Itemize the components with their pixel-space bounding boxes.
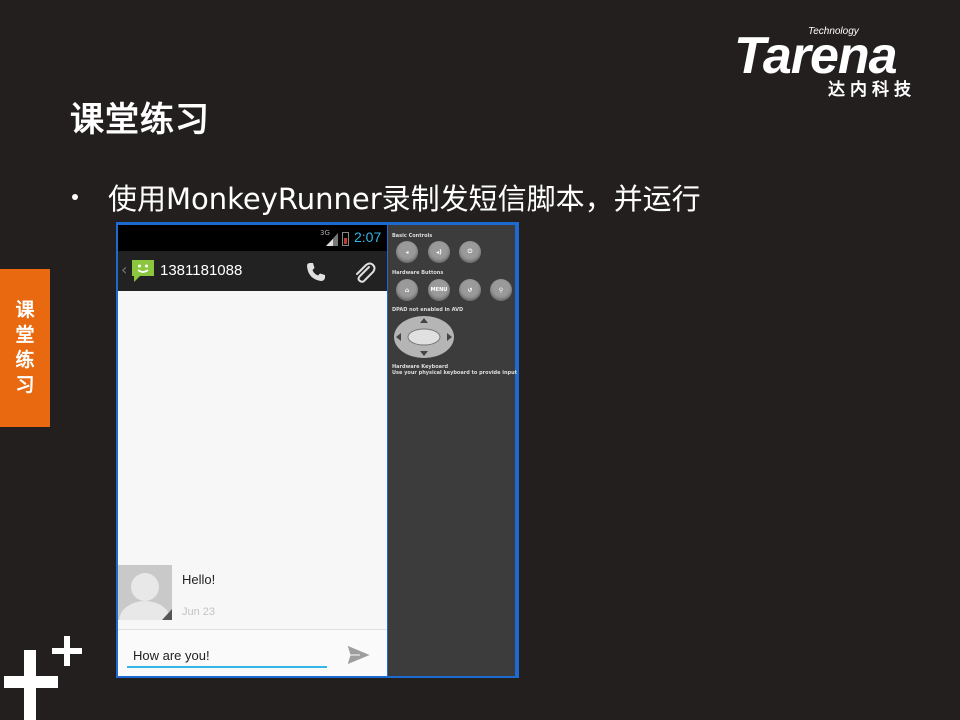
emulator-window: 3G 2:07 ‹ 1381181088 Hello! Jun 23 How a… <box>116 222 519 678</box>
message-text: Hello! <box>182 572 216 587</box>
contact-avatar[interactable] <box>118 565 172 620</box>
bullet-item: 使用MonkeyRunner录制发短信脚本，并运行 <box>72 176 701 218</box>
slide-title: 课堂练习 <box>70 100 210 140</box>
power-icon[interactable]: ⏻ <box>459 241 481 263</box>
plus-decoration-icon <box>4 636 82 720</box>
attachment-icon[interactable] <box>352 259 376 285</box>
action-bar: ‹ 1381181088 <box>118 251 387 291</box>
emulator-controls-panel: Basic Controls ◂ ◂) ⏻ Hardware Buttons ⌂… <box>388 225 518 676</box>
send-icon[interactable] <box>346 644 372 666</box>
side-section-tab: 课 堂 练 习 <box>0 269 50 427</box>
side-tab-char: 课 <box>15 299 35 321</box>
side-tab-char: 练 <box>15 349 35 371</box>
battery-icon <box>342 232 349 246</box>
side-tab-char: 习 <box>15 374 35 396</box>
message-date: Jun 23 <box>182 606 216 618</box>
back-chevron-icon[interactable]: ‹ <box>121 260 127 279</box>
dpad-label: DPAD not enabled in AVD <box>392 307 464 313</box>
message-input[interactable]: How are you! <box>127 640 327 668</box>
basic-controls-label: Basic Controls <box>392 233 433 239</box>
search-icon[interactable]: ⚲ <box>490 279 512 301</box>
menu-button[interactable]: MENU <box>428 279 450 301</box>
home-icon[interactable]: ⌂ <box>396 279 418 301</box>
volume-down-icon[interactable]: ◂ <box>396 241 418 263</box>
phone-call-icon[interactable] <box>304 260 328 284</box>
status-time: 2:07 <box>354 229 382 245</box>
back-icon[interactable]: ↺ <box>459 279 481 301</box>
hardware-keyboard-hint: Use your physical keyboard to provide in… <box>392 370 518 376</box>
bullet-text: 使用MonkeyRunner录制发短信脚本，并运行 <box>108 182 701 216</box>
status-bar: 3G 2:07 <box>118 225 387 251</box>
bullet-dot <box>72 194 78 200</box>
logo-chinese-text: 达内科技 <box>828 80 916 100</box>
hardware-buttons-label: Hardware Buttons <box>392 270 444 276</box>
side-tab-char: 堂 <box>15 324 35 346</box>
compose-bar: How are you! <box>118 629 387 676</box>
dpad-control[interactable] <box>394 316 454 358</box>
contact-number: 1381181088 <box>160 262 243 279</box>
volume-up-icon[interactable]: ◂) <box>428 241 450 263</box>
person-icon <box>119 573 172 620</box>
phone-screen: 3G 2:07 ‹ 1381181088 Hello! Jun 23 How a… <box>118 225 387 676</box>
signal-icon <box>326 233 338 246</box>
messaging-app-icon[interactable] <box>130 257 156 283</box>
tarena-logo: Technology Tarena 达内科技 <box>728 26 932 100</box>
